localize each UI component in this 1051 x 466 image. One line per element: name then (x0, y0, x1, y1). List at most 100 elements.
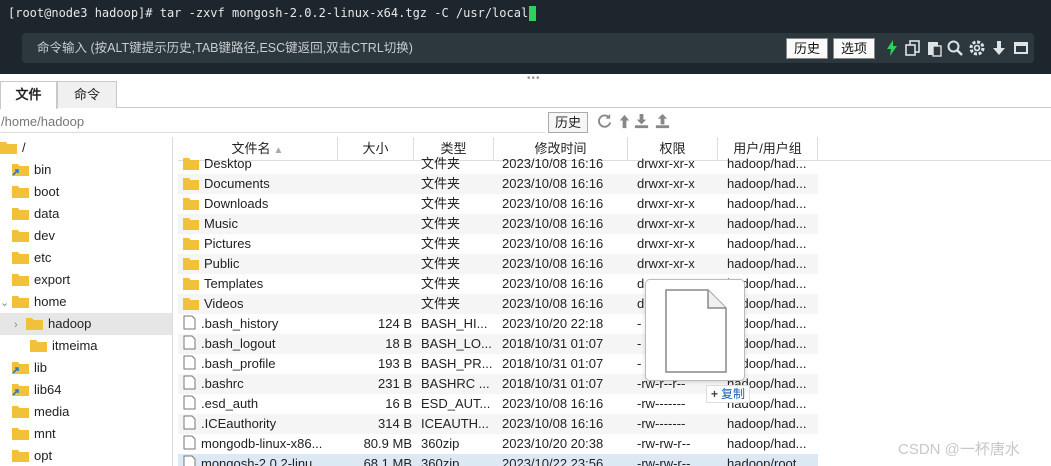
command-input-bar[interactable]: 命令输入 (按ALT键提示历史,TAB键路径,ESC键返回,双击CTRL切换) … (22, 33, 1034, 63)
plus-icon: + (711, 387, 719, 401)
file-row[interactable]: mongodb-linux-x86... 80.9 MB 360zip 2023/10… (178, 434, 818, 454)
download-icon[interactable] (633, 113, 650, 130)
copy-icon[interactable] (904, 39, 922, 57)
file-row[interactable]: Downloads 文件夹 2023/10/08 16:16 drwxr-xr-x ha… (178, 194, 818, 214)
file-type: BASH_PR... (421, 356, 493, 371)
tree-item-dev[interactable]: dev (0, 225, 172, 247)
file-type: 文件夹 (421, 196, 461, 211)
command-history-button[interactable]: 历史 (786, 38, 828, 59)
file-row[interactable]: mongosh-2.0.2-linu... 68.1 MB 360zip 2023/1… (178, 454, 818, 466)
path-history-button[interactable]: 历史 (548, 112, 588, 133)
chevron-down-icon[interactable]: ⌄ (0, 292, 12, 314)
search-icon[interactable] (946, 39, 964, 57)
tree-item-mnt[interactable]: mnt (0, 423, 172, 445)
terminal-line: [root@node3 hadoop]# tar -zxvf mongosh-2… (8, 4, 537, 22)
file-permissions: drwxr-xr-x (637, 196, 695, 211)
file-mtime: 2023/10/08 16:16 (502, 416, 604, 431)
tree-item-media[interactable]: media (0, 401, 172, 423)
file-size: 193 B (378, 356, 412, 371)
tree-item-lib[interactable]: lib (0, 357, 172, 379)
file-owner: hadoop/root (727, 456, 797, 466)
tree-item-label: home (34, 294, 67, 309)
file-name-cell: Videos (183, 294, 339, 314)
folder-icon (12, 406, 29, 418)
file-icon (183, 395, 196, 410)
tree-item-label: data (34, 206, 60, 221)
file-mtime: 2018/10/31 01:07 (502, 336, 604, 351)
file-name: mongodb-linux-x86... (201, 436, 323, 451)
copy-tooltip-label: 复制 (721, 387, 746, 401)
file-permissions: -rw-rw-r-- (637, 456, 691, 466)
file-type: BASHRC ... (421, 376, 490, 391)
file-row[interactable]: Documents 文件夹 2023/10/08 16:16 drwxr-xr-x ha… (178, 174, 818, 194)
tree-item-label: dev (34, 228, 55, 243)
gear-icon[interactable] (968, 39, 986, 57)
lightning-icon[interactable] (883, 39, 901, 57)
folder-link-icon (12, 384, 29, 396)
file-mtime: 2018/10/31 01:07 (502, 376, 604, 391)
file-name: .ICEauthority (201, 416, 277, 431)
tree-item-label: boot (34, 184, 60, 199)
file-mtime: 2023/10/08 16:16 (502, 276, 604, 291)
tree-item-label: mnt (34, 426, 56, 441)
chevron-right-icon[interactable]: › (14, 314, 26, 336)
arrow-down-icon[interactable] (990, 39, 1008, 57)
file-type: 360zip (421, 456, 460, 466)
tree-item-opt[interactable]: opt (0, 445, 172, 466)
file-name-cell: mongosh-2.0.2-linu... (183, 454, 339, 466)
file-row[interactable]: Pictures 文件夹 2023/10/08 16:16 drwxr-xr-x had… (178, 234, 818, 254)
paste-icon[interactable] (925, 39, 943, 57)
file-type: 文件夹 (421, 236, 461, 251)
tree-item-label: hadoop (48, 316, 92, 331)
file-type: 文件夹 (421, 256, 461, 271)
file-type: 360zip (421, 436, 460, 451)
file-row[interactable]: Public 文件夹 2023/10/08 16:16 drwxr-xr-x hadoo… (178, 254, 818, 274)
file-name-cell: .ICEauthority (183, 414, 339, 434)
tree-item-boot[interactable]: boot (0, 181, 172, 203)
file-name: .bash_profile (201, 356, 276, 371)
file-name: Downloads (204, 196, 269, 211)
folder-icon (12, 450, 29, 462)
tree-item-itmeima[interactable]: itmeima (0, 335, 172, 357)
file-size: 18 B (385, 336, 412, 351)
file-icon (183, 435, 196, 450)
command-options-button[interactable]: 选项 (833, 38, 875, 59)
tab-files[interactable]: 文件 (0, 81, 57, 109)
path-input[interactable] (0, 111, 546, 133)
tree-item-home[interactable]: ⌄ home (0, 291, 172, 314)
refresh-icon[interactable] (596, 113, 613, 130)
terminal-panel[interactable]: [root@node3 hadoop]# tar -zxvf mongosh-2… (0, 0, 1051, 74)
file-name: Templates (204, 276, 264, 291)
file-mtime: 2023/10/08 16:16 (502, 216, 604, 231)
file-row[interactable]: Desktop 文件夹 2023/10/08 16:16 drwxr-xr-x hado… (178, 154, 818, 174)
directory-tree: / bin boot data dev etc export ⌄ home › hadoop itme… (0, 137, 173, 466)
tree-item-label: bin (34, 162, 52, 177)
tree-item-hadoop[interactable]: › hadoop (0, 313, 172, 336)
folder-icon (12, 186, 29, 198)
file-permissions: -rw-rw-r-- (637, 436, 691, 451)
tree-item-root[interactable]: / (0, 137, 172, 159)
tree-item-bin[interactable]: bin (0, 159, 172, 181)
window-icon[interactable] (1012, 39, 1030, 57)
file-name-cell: Pictures (183, 234, 339, 254)
tree-item-etc[interactable]: etc (0, 247, 172, 269)
file-owner: hadoop/had... (727, 416, 807, 431)
folder-icon (26, 318, 43, 330)
up-icon[interactable] (616, 113, 633, 130)
file-name: Pictures (204, 236, 251, 251)
file-owner: hadoop/had... (727, 236, 807, 251)
tree-item-export[interactable]: export (0, 269, 172, 291)
upload-icon[interactable] (654, 113, 671, 130)
file-permissions: drwxr-xr-x (637, 216, 695, 231)
file-name-cell: .bash_logout (183, 334, 339, 354)
file-size: 124 B (378, 316, 412, 331)
watermark: CSDN @一杯唐水 (898, 441, 1020, 458)
file-row[interactable]: Music 文件夹 2023/10/08 16:16 drwxr-xr-x hadoop… (178, 214, 818, 234)
tree-item-lib64[interactable]: lib64 (0, 379, 172, 401)
file-name: Videos (204, 296, 244, 311)
file-icon (183, 355, 196, 370)
file-row[interactable]: .ICEauthority 314 B ICEAUTH... 2023/10/08 1… (178, 414, 818, 434)
tree-item-data[interactable]: data (0, 203, 172, 225)
tab-commands[interactable]: 命令 (57, 81, 117, 108)
file-permissions: drwxr-xr-x (637, 176, 695, 191)
